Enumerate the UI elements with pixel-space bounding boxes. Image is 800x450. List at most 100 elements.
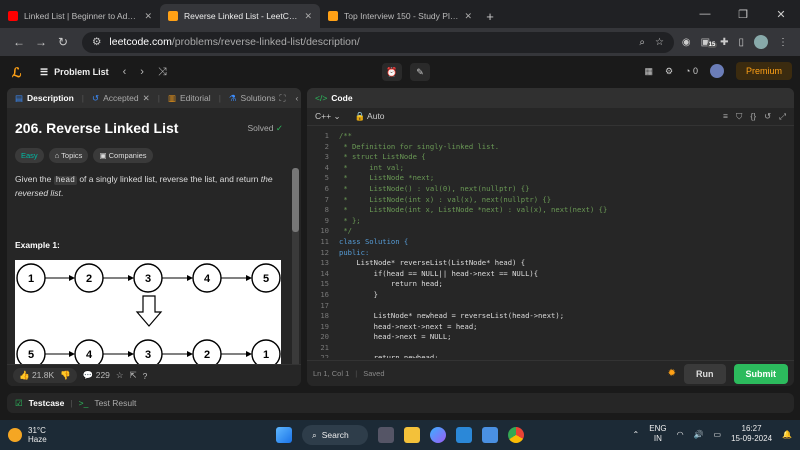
problem-list-button[interactable]: ☰ Problem List: [40, 67, 109, 78]
clock[interactable]: 16:27 15-09-2024: [731, 424, 772, 444]
code-line[interactable]: 15 return head;: [307, 279, 794, 290]
braces-icon[interactable]: {}: [750, 111, 756, 122]
language-indicator[interactable]: ENG IN: [649, 424, 666, 444]
code-line[interactable]: 4 * int val;: [307, 163, 794, 174]
close-window-icon[interactable]: ✕: [762, 0, 800, 28]
extension-badge-icon[interactable]: ▣ 15: [701, 37, 718, 48]
sidebar-icon[interactable]: ▯: [738, 37, 744, 48]
code-line[interactable]: 3 * struct ListNode {: [307, 152, 794, 163]
zoom-icon[interactable]: ⌕: [639, 37, 645, 48]
debug-icon[interactable]: ✹: [668, 368, 676, 379]
tab-description[interactable]: Description: [27, 93, 74, 103]
weather-widget[interactable]: 31°C Haze: [8, 426, 47, 444]
url-input[interactable]: ⚙ leetcode.com /problems/reverse-linked-…: [82, 31, 674, 53]
bookmark-icon[interactable]: ⛉: [736, 111, 742, 122]
notes-icon[interactable]: ✎: [410, 63, 430, 81]
close-icon[interactable]: ✕: [144, 11, 152, 22]
code-line[interactable]: 17: [307, 301, 794, 312]
collapse-icon[interactable]: ‹: [295, 93, 298, 104]
menu-kebab-icon[interactable]: ⋮: [778, 37, 788, 48]
taskbar-search[interactable]: ⌕ Search: [302, 425, 368, 445]
leetcode-logo-icon[interactable]: ℒ: [12, 65, 26, 80]
help-icon[interactable]: ?: [143, 371, 148, 381]
file-explorer-icon[interactable]: [404, 427, 420, 443]
forward-icon[interactable]: →: [30, 35, 52, 49]
copilot-icon[interactable]: [430, 427, 446, 443]
profile-avatar[interactable]: [754, 35, 768, 49]
code-line[interactable]: 20 head->next = NULL;: [307, 332, 794, 343]
task-view-icon[interactable]: [378, 427, 394, 443]
code-line[interactable]: 22 return newhead;: [307, 353, 794, 358]
topics-chip[interactable]: ⌂ Topics: [48, 148, 89, 163]
next-problem-icon[interactable]: ›: [140, 66, 144, 78]
chrome-icon[interactable]: [508, 427, 524, 443]
shuffle-icon[interactable]: ⤨: [158, 66, 167, 79]
layout-icon[interactable]: ▦: [644, 66, 653, 77]
code-line[interactable]: 7 * ListNode(int x) : val(x), next(nullp…: [307, 195, 794, 206]
minimize-icon[interactable]: —: [686, 0, 724, 28]
back-icon[interactable]: ←: [8, 35, 30, 49]
code-line[interactable]: 16 }: [307, 290, 794, 301]
code-line[interactable]: 9 * };: [307, 216, 794, 227]
like-button[interactable]: 👍 21.8K: [19, 370, 54, 381]
battery-icon[interactable]: ▭: [714, 430, 722, 439]
notification-bell-icon[interactable]: 🔔: [782, 430, 792, 439]
code-line[interactable]: 5 * ListNode *next;: [307, 173, 794, 184]
coins-counter[interactable]: ◔ 0: [685, 66, 698, 76]
code-line[interactable]: 18 ListNode* newhead = reverseList(head-…: [307, 311, 794, 322]
browser-tab-active[interactable]: Reverse Linked List - LeetCode ✕: [160, 4, 320, 28]
code-line[interactable]: 6 * ListNode() : val(0), next(nullptr) {…: [307, 184, 794, 195]
dislike-icon[interactable]: 👎: [60, 370, 71, 381]
code-line[interactable]: 21: [307, 343, 794, 354]
code-line[interactable]: 14 if(head == NULL|| head->next == NULL)…: [307, 269, 794, 280]
windows-start-icon[interactable]: [276, 427, 292, 443]
code-line[interactable]: 1 /**: [307, 131, 794, 142]
user-avatar[interactable]: [709, 64, 724, 78]
test-result-tab[interactable]: Test Result: [94, 398, 136, 408]
timer-icon[interactable]: ⏰: [382, 63, 402, 81]
run-button[interactable]: Run: [684, 363, 726, 384]
code-tab[interactable]: Code: [331, 93, 352, 103]
code-line[interactable]: 12 public:: [307, 248, 794, 259]
auto-mode-toggle[interactable]: 🔒 Auto: [355, 111, 385, 122]
expand-icon[interactable]: ⤢: [779, 111, 786, 122]
incognito-icon[interactable]: ◉: [682, 37, 691, 48]
restore-icon[interactable]: ❐: [724, 0, 762, 28]
scrollbar[interactable]: [292, 168, 299, 368]
chevron-up-icon[interactable]: ⌃: [633, 430, 640, 439]
code-line[interactable]: 11 class Solution {: [307, 237, 794, 248]
browser-tab[interactable]: Linked List | Beginner to Advanced ✕: [0, 4, 160, 28]
format-icon[interactable]: ≡: [723, 111, 728, 122]
favorite-star-icon[interactable]: ☆: [116, 370, 124, 381]
maximize-icon[interactable]: ⛶: [280, 93, 286, 104]
language-select[interactable]: C++ ⌄: [315, 111, 341, 122]
reload-icon[interactable]: ↻: [52, 35, 74, 49]
new-tab-button[interactable]: +: [480, 4, 500, 28]
tab-solutions[interactable]: Solutions: [241, 93, 276, 103]
code-line[interactable]: 19 head->next->next = head;: [307, 322, 794, 333]
submit-button[interactable]: Submit: [733, 363, 788, 384]
close-icon[interactable]: ✕: [143, 93, 150, 104]
premium-button[interactable]: Premium: [735, 62, 792, 80]
store-icon[interactable]: [456, 427, 472, 443]
code-line[interactable]: 2 * Definition for singly-linked list.: [307, 142, 794, 153]
close-icon[interactable]: ✕: [464, 11, 472, 22]
browser-tab[interactable]: Top Interview 150 - Study Plan - Le ✕: [320, 4, 480, 28]
settings-gear-icon[interactable]: ⚙: [665, 66, 673, 77]
close-icon[interactable]: ✕: [304, 11, 312, 22]
bookmark-star-icon[interactable]: ☆: [655, 37, 664, 48]
code-line[interactable]: 13 ListNode* reverseList(ListNode* head)…: [307, 258, 794, 269]
extensions-puzzle-icon[interactable]: ✚: [720, 37, 728, 48]
code-line[interactable]: 10 */: [307, 226, 794, 237]
site-info-icon[interactable]: ⚙: [92, 36, 101, 48]
code-line[interactable]: 8 * ListNode(int x, ListNode *next) : va…: [307, 205, 794, 216]
reset-icon[interactable]: ↺: [764, 111, 771, 122]
code-editor[interactable]: 1 /** 2 * Definition for singly-linked lis…: [307, 126, 794, 358]
tab-editorial[interactable]: Editorial: [180, 93, 211, 103]
tab-accepted[interactable]: Accepted: [103, 93, 138, 103]
comments-button[interactable]: 💬 229: [83, 370, 110, 381]
app-icon[interactable]: [482, 427, 498, 443]
prev-problem-icon[interactable]: ‹: [123, 66, 127, 78]
companies-chip[interactable]: ▣ Companies: [93, 148, 153, 163]
wifi-icon[interactable]: ◠: [677, 430, 684, 439]
